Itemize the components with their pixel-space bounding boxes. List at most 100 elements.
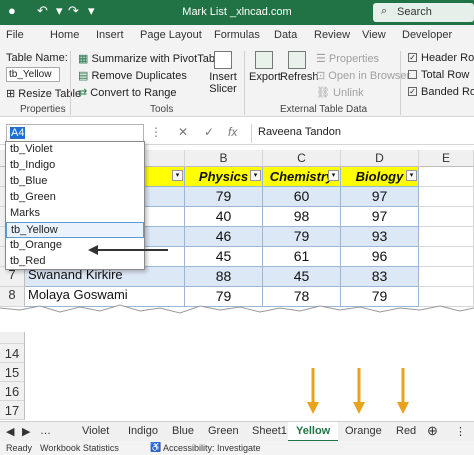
filter-dropdown-icon[interactable]: ▾ (328, 170, 339, 181)
resize-table-icon: ⊞ (6, 88, 19, 100)
insert-slicer-label-2: Slicer (209, 83, 237, 95)
insert-function-icon[interactable]: fx (228, 125, 237, 139)
row-header[interactable]: 16 (0, 382, 25, 401)
dropdown-item[interactable]: tb_Indigo (6, 158, 144, 174)
table-header-physics[interactable]: Physics ▾ (185, 167, 263, 187)
score-cell[interactable]: 93 (341, 227, 419, 247)
next-sheet-icon[interactable]: ▶ (22, 425, 30, 438)
score-cell[interactable]: 96 (341, 247, 419, 267)
name-cell[interactable]: Swanand Kirkire (25, 267, 185, 287)
resize-table-label: Resize Table (18, 88, 82, 100)
column-header-e[interactable]: E (419, 150, 474, 167)
score-cell[interactable]: 40 (185, 207, 263, 227)
tab-view[interactable]: View (362, 29, 386, 41)
open-in-browser-label: Open in Browser (328, 70, 411, 82)
dropdown-item[interactable]: tb_Green (6, 190, 144, 206)
dropdown-item-selected[interactable]: tb_Yellow (6, 222, 144, 238)
table-name-input[interactable]: tb_Yellow (6, 67, 60, 82)
column-header-c[interactable]: C (263, 150, 341, 167)
open-in-browser-button[interactable]: ⊡ Open in Browser (316, 69, 410, 82)
export-label: Export (249, 71, 281, 83)
insert-slicer-button[interactable]: Insert Slicer (208, 49, 238, 101)
add-sheet-icon[interactable]: ⊕ (427, 423, 438, 439)
row-header[interactable]: 15 (0, 363, 25, 382)
sheet-tab-orange[interactable]: Orange (345, 425, 382, 437)
dropdown-item[interactable]: tb_Red (6, 254, 144, 270)
header-label: Physics (198, 169, 249, 184)
tab-file[interactable]: File (6, 29, 24, 41)
tab-insert[interactable]: Insert (96, 29, 124, 41)
sheet-tab-red[interactable]: Red (396, 425, 416, 437)
tab-developer[interactable]: Developer (402, 29, 452, 41)
sheet-tab-bar: ◀ ▶ … Violet Indigo Blue Green Sheet1 Ye… (0, 421, 474, 442)
cell[interactable] (419, 167, 474, 187)
cell[interactable] (419, 187, 474, 207)
enter-icon[interactable]: ✓ (204, 125, 214, 139)
sheet-tab-sheet1[interactable]: Sheet1 (252, 425, 287, 437)
tab-page-layout[interactable]: Page Layout (140, 29, 202, 41)
table-header-chemistry[interactable]: Chemistry ▾ (263, 167, 341, 187)
prev-sheet-icon[interactable]: ◀ (6, 425, 14, 438)
filter-dropdown-icon[interactable]: ▾ (406, 170, 417, 181)
cell[interactable] (419, 227, 474, 247)
unlink-button[interactable]: ⛓ Unlink (316, 86, 364, 99)
dropdown-item[interactable]: tb_Blue (6, 174, 144, 190)
header-label: Chemistry (269, 169, 334, 184)
formula-input[interactable]: Raveena Tandon (251, 124, 474, 143)
score-cell[interactable]: 83 (341, 267, 419, 287)
sheet-tab-yellow[interactable]: Yellow (288, 422, 339, 442)
header-row-checkbox[interactable]: ✓ Header Row (408, 52, 474, 64)
cell[interactable] (419, 207, 474, 227)
tab-data[interactable]: Data (274, 29, 297, 41)
summarize-pivot-button[interactable]: ▦ Summarize with PivotTable (78, 52, 224, 65)
sheet-tab-green[interactable]: Green (208, 425, 239, 437)
column-header-b[interactable]: B (185, 150, 263, 167)
name-box-value: A4 (10, 127, 26, 139)
score-cell[interactable]: 79 (185, 187, 263, 207)
annotation-arrow-down (307, 368, 319, 414)
dropdown-item[interactable]: tb_Violet (6, 142, 144, 158)
filter-dropdown-icon[interactable]: ▾ (172, 170, 183, 181)
score-cell[interactable]: 79 (263, 227, 341, 247)
cell[interactable] (419, 247, 474, 267)
properties-button[interactable]: ☰ Properties (316, 52, 379, 65)
score-cell[interactable]: 97 (341, 187, 419, 207)
row-header[interactable]: 17 (0, 401, 25, 420)
header-label: Biology (355, 169, 404, 184)
dropdown-item[interactable]: Marks (6, 206, 144, 222)
search-box[interactable]: ⌕ Search (373, 3, 474, 22)
score-cell[interactable]: 88 (185, 267, 263, 287)
accessibility-status[interactable]: Accessibility: Investigate (163, 443, 261, 453)
score-cell[interactable]: 45 (263, 267, 341, 287)
banded-rows-checkbox[interactable]: ✓ Banded Rows (408, 86, 474, 98)
score-cell[interactable]: 97 (341, 207, 419, 227)
total-row-checkbox[interactable]: Total Row (408, 69, 469, 81)
table-header-biology[interactable]: Biology ▾ (341, 167, 419, 187)
filter-dropdown-icon[interactable]: ▾ (250, 170, 261, 181)
score-cell[interactable]: 61 (263, 247, 341, 267)
refresh-button[interactable]: Refresh (280, 49, 319, 101)
tab-review[interactable]: Review (314, 29, 350, 41)
tab-scroll-icon[interactable]: ⋮ (455, 425, 466, 438)
row-header[interactable]: 7 (0, 267, 25, 287)
remove-duplicates-button[interactable]: ▤ Remove Duplicates (78, 69, 187, 82)
workbook-statistics-button[interactable]: Workbook Statistics (40, 443, 119, 453)
sheet-tab-blue[interactable]: Blue (172, 425, 194, 437)
score-cell[interactable]: 98 (263, 207, 341, 227)
column-header-d[interactable]: D (341, 150, 419, 167)
score-cell[interactable]: 46 (185, 227, 263, 247)
tab-formulas[interactable]: Formulas (214, 29, 260, 41)
more-sheets-icon[interactable]: … (40, 425, 51, 437)
convert-to-range-button[interactable]: ⇄ Convert to Range (78, 86, 177, 99)
score-cell[interactable]: 60 (263, 187, 341, 207)
export-button[interactable]: Export (249, 49, 281, 101)
cancel-icon[interactable]: ✕ (178, 125, 188, 139)
cell[interactable] (419, 267, 474, 287)
group-external-label: External Table Data (280, 104, 368, 115)
sheet-tab-indigo[interactable]: Indigo (128, 425, 158, 437)
row-header[interactable]: 14 (0, 344, 25, 363)
sheet-tab-violet[interactable]: Violet (82, 425, 109, 437)
row-header[interactable] (0, 332, 25, 344)
tab-home[interactable]: Home (50, 29, 79, 41)
score-cell[interactable]: 45 (185, 247, 263, 267)
